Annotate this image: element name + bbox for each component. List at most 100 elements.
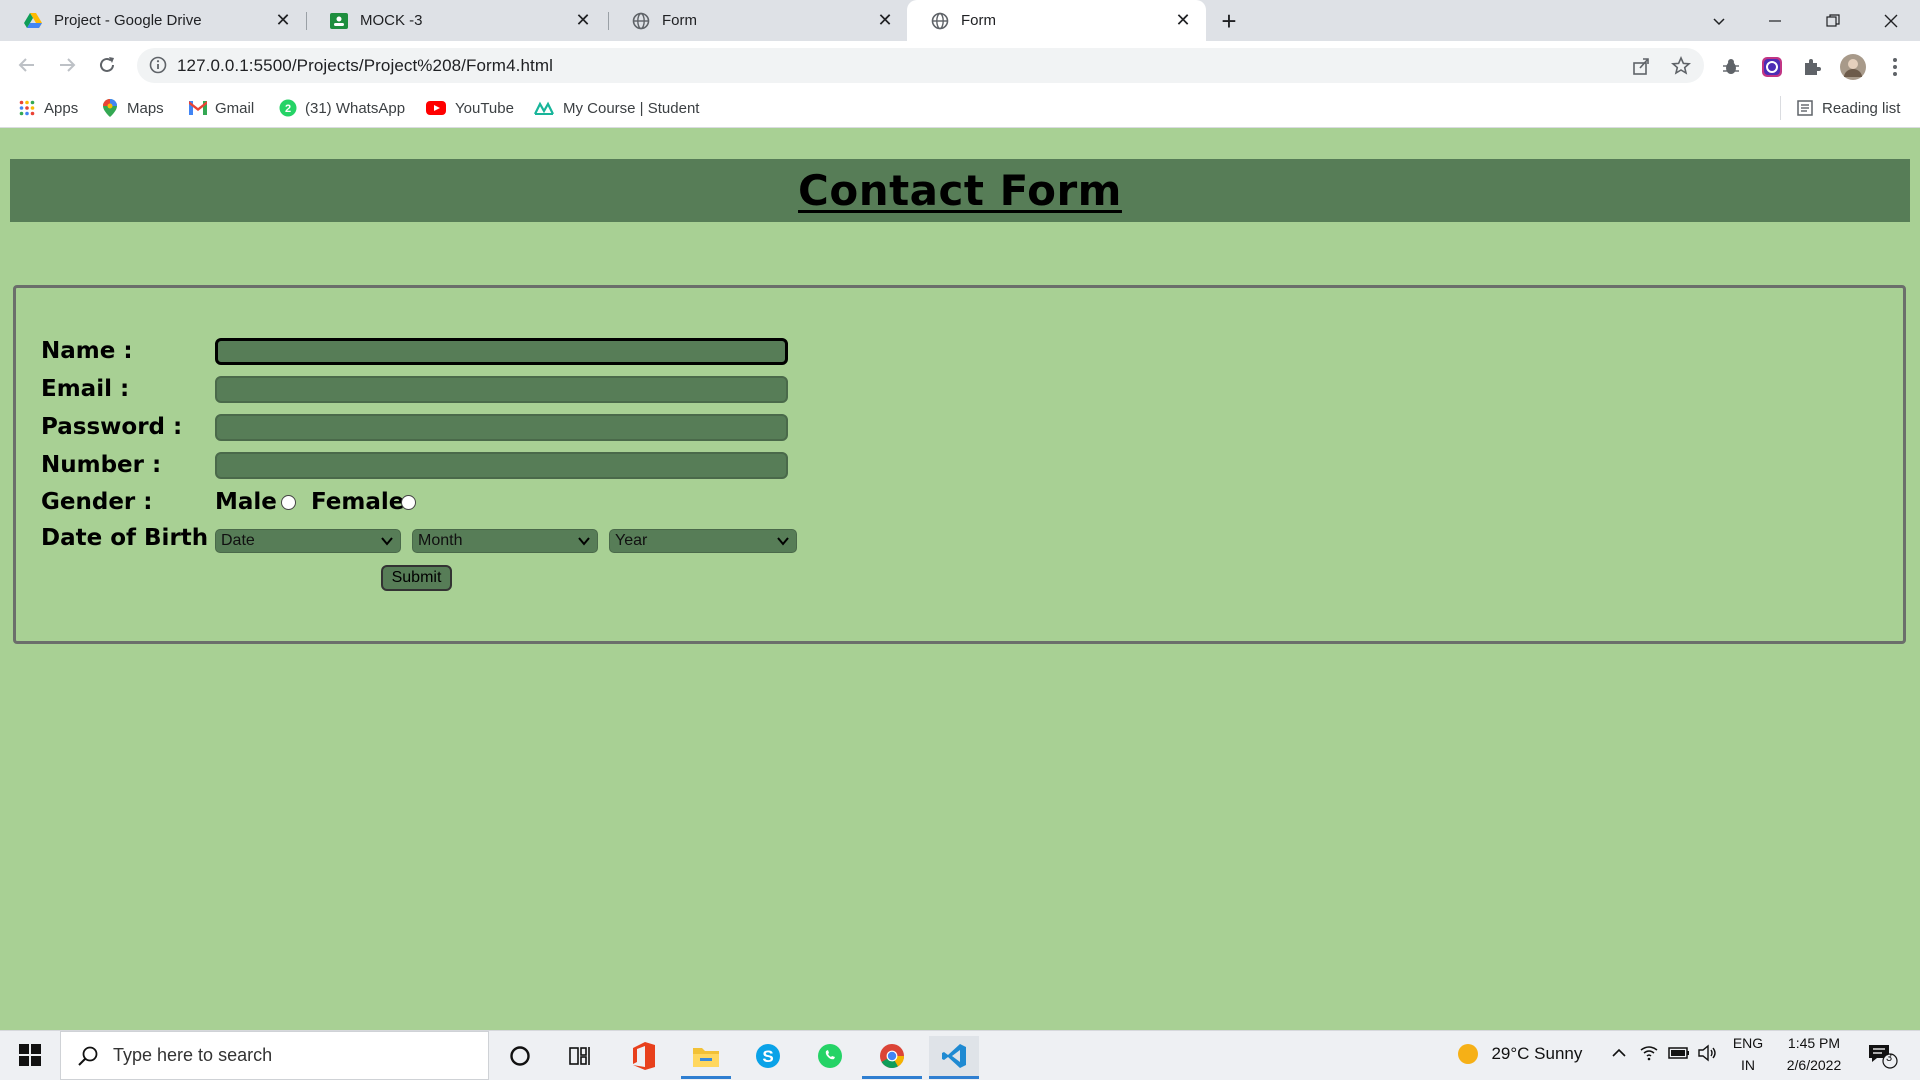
apps-grid-icon: [18, 99, 36, 117]
skype-icon[interactable]: S: [743, 1036, 793, 1076]
file-explorer-icon[interactable]: [681, 1036, 731, 1076]
clock-time: 1:45 PM: [1787, 1035, 1841, 1051]
tab-form-active[interactable]: Form ✕: [907, 0, 1206, 41]
tab-search-chevron-icon[interactable]: [1696, 0, 1742, 41]
page-title: Contact Form: [798, 166, 1122, 215]
active-app-indicator: [929, 1076, 979, 1079]
extensions-puzzle-icon[interactable]: [1799, 54, 1825, 80]
whatsapp-app-icon[interactable]: [805, 1036, 855, 1076]
chevron-down-icon: [777, 537, 789, 546]
bookmark-apps[interactable]: Apps: [18, 96, 78, 120]
gender-male-label: Male: [215, 489, 277, 515]
weather-widget[interactable]: 29°C Sunny: [1457, 1043, 1582, 1065]
chrome-menu-icon[interactable]: [1882, 54, 1908, 80]
bookmark-gmail[interactable]: Gmail: [189, 96, 254, 120]
gender-male-radio[interactable]: [281, 495, 296, 510]
bookmark-my-course[interactable]: My Course | Student: [533, 96, 699, 120]
new-tab-button[interactable]: +: [1214, 6, 1244, 36]
dob-month-value: Month: [418, 532, 463, 549]
bookmark-maps[interactable]: Maps: [101, 96, 164, 120]
notifications-icon[interactable]: 3: [1868, 1043, 1898, 1074]
tab-mock-3[interactable]: MOCK -3 ✕: [306, 0, 606, 41]
active-app-indicator: [862, 1076, 922, 1079]
site-info-icon[interactable]: [149, 56, 167, 74]
gender-female-radio[interactable]: [401, 495, 416, 510]
dob-date-value: Date: [221, 532, 255, 549]
taskbar-search-placeholder: Type here to search: [113, 1045, 273, 1065]
sun-icon: [1458, 1044, 1478, 1064]
password-label: Password :: [41, 414, 183, 440]
reading-list-button[interactable]: Reading list: [1796, 96, 1900, 120]
chrome-icon[interactable]: [867, 1036, 917, 1076]
chevron-down-icon: [381, 537, 393, 546]
weather-text: 29°C Sunny: [1491, 1044, 1583, 1063]
battery-icon[interactable]: [1668, 1046, 1690, 1065]
globe-icon: [931, 12, 949, 30]
globe-icon: [632, 12, 650, 30]
svg-text:2: 2: [285, 103, 291, 115]
tab-title: MOCK -3: [360, 12, 423, 29]
close-icon[interactable]: ✕: [1174, 10, 1192, 30]
bug-extension-icon[interactable]: [1718, 54, 1744, 80]
show-hidden-icons-chevron-icon[interactable]: [1610, 1044, 1628, 1067]
chevron-down-icon: [578, 537, 590, 546]
bookmark-whatsapp[interactable]: 2 (31) WhatsApp: [279, 96, 405, 120]
dob-month-select[interactable]: Month: [412, 529, 598, 553]
forward-button[interactable]: [50, 48, 84, 82]
name-input[interactable]: [215, 338, 788, 365]
volume-icon[interactable]: [1698, 1044, 1718, 1067]
bookmark-divider: [1780, 96, 1781, 120]
color-picker-extension-icon[interactable]: [1759, 54, 1785, 80]
cortana-icon[interactable]: [495, 1036, 545, 1076]
close-window-button[interactable]: [1868, 0, 1914, 41]
submit-button[interactable]: Submit: [381, 565, 452, 591]
maps-pin-icon: [101, 99, 119, 117]
minimize-button[interactable]: [1752, 0, 1798, 41]
close-icon[interactable]: ✕: [876, 10, 894, 30]
password-input[interactable]: [215, 414, 788, 441]
office-icon[interactable]: [618, 1036, 668, 1076]
bookmark-star-icon[interactable]: [1670, 55, 1692, 77]
close-icon[interactable]: ✕: [274, 10, 292, 30]
share-icon[interactable]: [1630, 55, 1652, 77]
profile-avatar[interactable]: [1840, 54, 1866, 80]
url-text: 127.0.0.1:5500/Projects/Project%208/Form…: [177, 56, 553, 75]
address-bar[interactable]: 127.0.0.1:5500/Projects/Project%208/Form…: [137, 48, 1704, 83]
page-header: Contact Form: [10, 159, 1910, 222]
name-label: Name :: [41, 338, 133, 364]
tab-title: Form: [662, 12, 697, 29]
wifi-icon[interactable]: [1640, 1044, 1658, 1067]
dob-year-select[interactable]: Year: [609, 529, 797, 553]
dob-date-select[interactable]: Date: [215, 529, 401, 553]
bookmark-label: Apps: [44, 99, 79, 117]
vscode-icon[interactable]: [929, 1036, 979, 1076]
gender-label: Gender :: [41, 489, 153, 515]
youtube-icon: [425, 99, 447, 117]
reload-button[interactable]: [90, 48, 124, 82]
google-drive-icon: [24, 12, 42, 30]
bookmark-label: Gmail: [215, 99, 255, 117]
dob-year-value: Year: [615, 532, 648, 549]
active-app-indicator: [681, 1076, 731, 1079]
date-of-birth-label: Date of Birth :: [41, 525, 226, 551]
taskbar-search-box[interactable]: Type here to search: [60, 1031, 489, 1080]
number-input[interactable]: [215, 452, 788, 479]
windows-start-icon[interactable]: [10, 1038, 50, 1072]
back-button[interactable]: [10, 48, 44, 82]
whatsapp-icon: 2: [279, 99, 297, 117]
clock[interactable]: 1:45 PM 2/6/2022: [1774, 1035, 1854, 1073]
bookmark-youtube[interactable]: YouTube: [425, 96, 514, 120]
notification-count: 3: [1886, 1052, 1893, 1064]
google-classroom-icon: [330, 12, 348, 30]
tab-form[interactable]: Form ✕: [608, 0, 908, 41]
close-icon[interactable]: ✕: [574, 10, 592, 30]
tab-title: Project - Google Drive: [54, 12, 202, 29]
bookmark-label: My Course | Student: [563, 99, 700, 117]
language-indicator[interactable]: ENG IN: [1730, 1035, 1766, 1073]
restore-button[interactable]: [1810, 0, 1856, 41]
tab-title: Form: [961, 12, 996, 29]
tab-google-drive[interactable]: Project - Google Drive ✕: [0, 0, 306, 41]
email-input[interactable]: [215, 376, 788, 403]
task-view-icon[interactable]: [555, 1036, 605, 1076]
clock-date: 2/6/2022: [1786, 1057, 1842, 1073]
